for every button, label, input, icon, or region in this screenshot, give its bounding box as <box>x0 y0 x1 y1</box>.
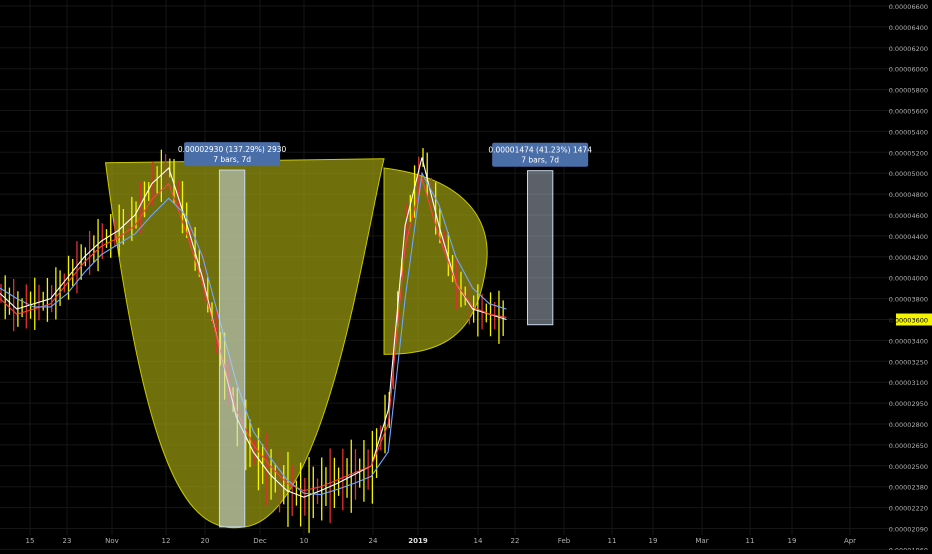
price-axis-tick-label: 0.00002220 <box>889 505 928 513</box>
time-axis-tick-label: Apr <box>844 537 856 545</box>
time-axis-tick-label: Feb <box>558 537 571 545</box>
price-chart[interactable]: 0.00002930 (137.29%) 2930 7 bars, 7d 0.000… <box>0 0 932 554</box>
time-axis-tick-label: 2019 <box>408 537 428 545</box>
measure-label-value: 0.00002930 (137.29%) 2930 <box>178 145 287 154</box>
measure-label-bars: 7 bars, 7d <box>521 156 559 165</box>
time-axis-tick-label: Mar <box>695 537 708 545</box>
time-axis-tick-label: 20 <box>201 537 210 545</box>
price-axis-tick-label: 0.00002950 <box>889 400 928 408</box>
price-axis-tick-label: 0.00005400 <box>889 128 928 136</box>
time-axis-tick-label: 11 <box>746 537 755 545</box>
price-axis-tick-label: 0.00002650 <box>889 442 928 450</box>
price-axis-tick-label: 0.00002500 <box>889 463 928 471</box>
price-axis-tick-label: 0.00005000 <box>889 170 928 178</box>
price-axis-tick-label: 0.00004400 <box>889 233 928 241</box>
price-axis-tick-label: 0.00005200 <box>889 149 928 157</box>
time-axis-tick-label: 19 <box>649 537 658 545</box>
price-axis-tick-label: 0.00003800 <box>889 296 928 304</box>
price-axis-tick-label: 0.00004000 <box>889 275 928 283</box>
price-axis-tick-label: 0.00003250 <box>889 358 928 366</box>
price-axis-tick-label: 0.00006200 <box>889 45 928 53</box>
time-axis-tick-label: 12 <box>162 537 171 545</box>
chart-canvas[interactable]: 0.00002930 (137.29%) 29307 bars, 7d0.000… <box>0 0 932 554</box>
price-axis-tick-label: 0.00004600 <box>889 212 928 220</box>
measure-range-box <box>527 170 554 326</box>
price-axis-tick-label: 0.00004200 <box>889 254 928 262</box>
price-axis-tick-label: 0.00002090 <box>889 526 928 534</box>
time-axis-tick-label: Dec <box>253 537 267 545</box>
price-axis-tick-label: 0.00003400 <box>889 337 928 345</box>
price-axis-tick-label: 0.00006600 <box>889 3 928 11</box>
price-axis-tick-label: 0.00006400 <box>889 24 928 32</box>
price-axis-tick-label: 0.00001960 <box>889 546 928 550</box>
price-axis-tick-label: 0.00005600 <box>889 108 928 116</box>
time-axis-tick-label: Nov <box>105 537 119 545</box>
price-axis-tick-label: 0.00005800 <box>889 87 928 95</box>
measure-range-box <box>218 169 246 528</box>
current-price-label: 0.00003600 <box>889 317 928 325</box>
measure-label-value: 0.00001474 (41.23%) 1474 <box>488 146 592 155</box>
time-axis-tick-label: 15 <box>26 537 35 545</box>
time-axis-tick-label: 22 <box>511 537 520 545</box>
price-axis-tick-label: 0.00002380 <box>889 484 928 492</box>
time-axis-tick-label: 10 <box>300 537 309 545</box>
measure-label-bars: 7 bars, 7d <box>213 155 251 164</box>
time-axis-tick-label: 24 <box>369 537 378 545</box>
price-axis-tick-label: 0.00003100 <box>889 379 928 387</box>
time-axis-tick-label: 23 <box>63 537 72 545</box>
time-axis-tick-label: 19 <box>788 537 797 545</box>
time-axis-tick-label: 11 <box>608 537 617 545</box>
price-axis-tick-label: 0.00006000 <box>889 66 928 74</box>
price-axis-tick-label: 0.00004800 <box>889 191 928 199</box>
price-axis-tick-label: 0.00002800 <box>889 421 928 429</box>
time-axis-tick-label: 14 <box>474 537 483 545</box>
